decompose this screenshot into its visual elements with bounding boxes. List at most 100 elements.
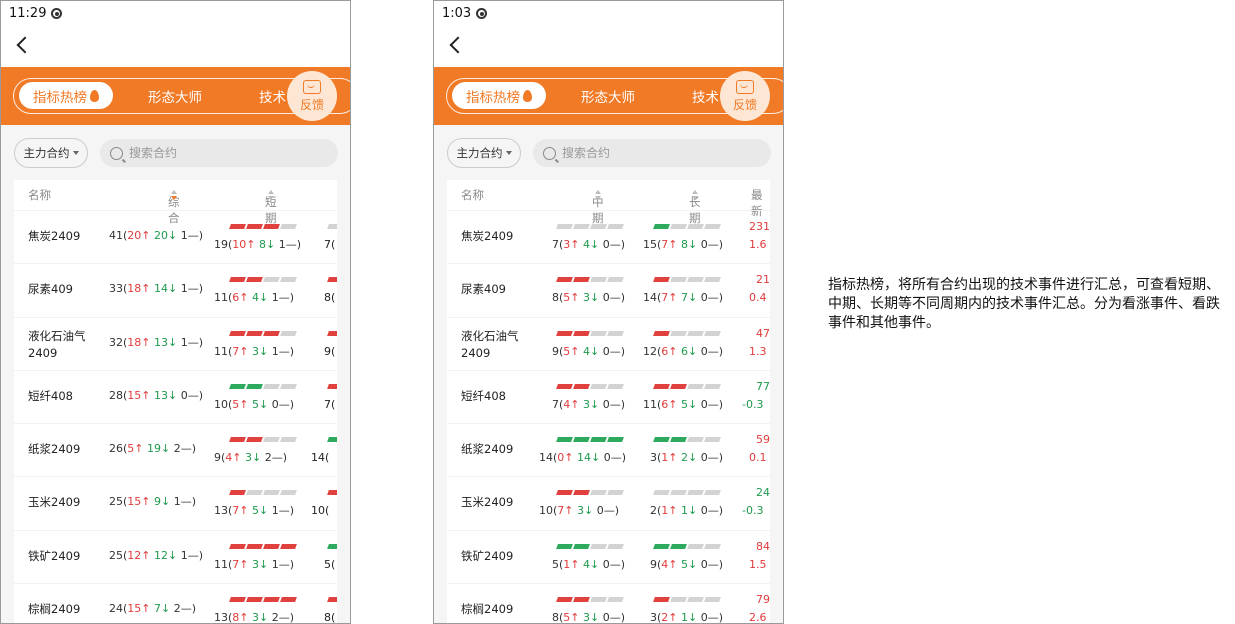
bearish-count: 14↓	[577, 451, 601, 465]
col-long-header[interactable]: 长期	[689, 187, 701, 225]
flame-icon	[523, 89, 532, 102]
back-arrow-icon[interactable]	[449, 36, 467, 54]
signal-strength-bar	[556, 224, 625, 229]
bullish-count: 5↑	[563, 291, 580, 305]
bullish-count: 1↑	[563, 557, 580, 571]
change-percent: 1.3	[749, 344, 767, 358]
bullish-count: 5↑	[563, 344, 580, 358]
table-row[interactable]: 棕榈2409 24(15↑ 7↓ 2—) 13(8↑ 3↓ 2—) 8(	[14, 583, 337, 623]
bullish-count: 10↑	[232, 238, 256, 251]
table-row[interactable]: 玉米2409 25(15↑ 9↓ 1—) 13(7↑ 5↓ 1—) 10(	[14, 476, 337, 529]
search-input[interactable]	[129, 146, 309, 160]
neutral-count: 2—)	[173, 442, 197, 456]
neutral-count: 0—)	[700, 611, 724, 624]
table-row[interactable]: 棕榈2409 8(5↑ 3↓ 0—) 3(2↑ 1↓ 0—) 79 2.6	[447, 583, 770, 624]
ranking-table: 名称 中期 长期 最新 焦炭2409 7(3↑ 4↓ 0—) 15(7↑ 8↓ 0—…	[447, 180, 770, 624]
bar-segment	[556, 224, 573, 229]
tab-pattern-master[interactable]: 形态大师	[148, 82, 202, 109]
bar-segment	[704, 330, 721, 336]
tab-indicator-hot[interactable]: 指标热榜	[19, 82, 113, 109]
feedback-button[interactable]: 反馈	[720, 71, 770, 121]
bar-segment	[229, 277, 246, 283]
neutral-count: 1—)	[271, 557, 295, 571]
contract-type-label: 主力合约	[23, 146, 70, 160]
event-count: 7(3↑ 4↓ 0—)	[552, 238, 625, 251]
table-row[interactable]: 尿素409 8(5↑ 3↓ 0—) 14(7↑ 7↓ 0—) 21 0.4	[447, 263, 770, 316]
status-time: 11:29	[9, 6, 47, 21]
table-row[interactable]: 焦炭2409 41(20↑ 20↓ 1—) 19(10↑ 8↓ 1—) 7(	[14, 210, 337, 263]
filter-bar: 主力合约	[1, 125, 350, 181]
bearish-count: 5↓	[681, 557, 698, 571]
table-row[interactable]: 纸浆2409 14(0↑ 14↓ 0—) 3(1↑ 2↓ 0—) 59 0.1	[447, 423, 770, 476]
bearish-count: 1↓	[681, 504, 698, 518]
bullish-count: 5↑	[232, 397, 249, 411]
bar-segment	[246, 277, 263, 283]
table-row[interactable]: 铁矿2409 25(12↑ 12↓ 1—) 11(7↑ 3↓ 1—) 5(	[14, 529, 337, 583]
bar-segment	[687, 330, 704, 336]
bar-segment	[327, 437, 337, 443]
bearish-count: 13↓	[154, 335, 178, 349]
bar-segment	[653, 490, 670, 496]
event-total: 9	[552, 344, 559, 358]
table-row[interactable]: 焦炭2409 7(3↑ 4↓ 0—) 15(7↑ 8↓ 0—) 231 1.6	[447, 210, 770, 263]
back-arrow-icon[interactable]	[16, 36, 34, 54]
bar-segment	[590, 490, 607, 496]
bearish-count: 5↓	[681, 397, 698, 411]
search-box[interactable]	[533, 139, 771, 167]
neutral-count: 0—)	[602, 397, 626, 411]
signal-strength-bar	[653, 383, 722, 389]
event-total: 12	[643, 344, 657, 358]
tab-label: 指标热榜	[33, 89, 87, 106]
bar-segment	[263, 543, 280, 549]
col-mid-header[interactable]: 中期	[592, 187, 604, 225]
bullish-count: 7↑	[661, 291, 678, 305]
bar-segment	[704, 383, 721, 389]
event-count: 11(6↑ 5↓ 0—)	[643, 398, 723, 411]
bearish-count: 20↓	[154, 229, 178, 242]
col-overall-header[interactable]: 综合	[168, 187, 180, 225]
event-total: 8	[552, 611, 559, 624]
table-row[interactable]: 液化石油气 2409 9(5↑ 4↓ 0—) 12(6↑ 6↓ 0—) 47 1.3	[447, 316, 770, 370]
table-row[interactable]: 液化石油气 2409 32(18↑ 13↓ 1—) 11(7↑ 3↓ 1—) 9(	[14, 316, 337, 370]
feedback-button[interactable]: 反馈	[287, 71, 337, 121]
bar-segment	[556, 597, 573, 603]
event-count: 13(8↑ 3↓ 2—)	[214, 611, 294, 623]
table-row[interactable]: 短纤408 7(4↑ 3↓ 0—) 11(6↑ 5↓ 0—) 77 -0.3	[447, 369, 770, 423]
tab-pattern-master[interactable]: 形态大师	[581, 82, 635, 109]
bar-segment	[556, 490, 573, 496]
contract-name: 纸浆2409	[28, 442, 81, 457]
contract-type-dropdown[interactable]: 主力合约	[14, 138, 88, 168]
neutral-count: 0—)	[700, 291, 724, 305]
event-count: 15(7↑ 8↓ 0—)	[643, 238, 723, 251]
tab-technical[interactable]: 技术	[692, 82, 719, 109]
bar-segment	[263, 277, 280, 283]
bar-segment	[229, 437, 246, 443]
table-row[interactable]: 铁矿2409 5(1↑ 4↓ 0—) 9(4↑ 5↓ 0—) 84 1.5	[447, 529, 770, 583]
table-header: 名称 综合 短期	[14, 180, 337, 225]
bar-segment	[246, 597, 263, 603]
bearish-count: 4↓	[583, 238, 600, 251]
bar-segment	[573, 383, 590, 389]
tab-technical[interactable]: 技术	[259, 82, 286, 109]
tab-indicator-hot[interactable]: 指标热榜	[452, 82, 546, 109]
bar-segment	[246, 383, 263, 389]
event-total: 11	[214, 557, 228, 571]
search-box[interactable]	[100, 139, 338, 167]
table-row[interactable]: 尿素409 33(18↑ 14↓ 1—) 11(6↑ 4↓ 1—) 8(	[14, 263, 337, 316]
event-total: 24	[109, 602, 123, 616]
col-short-header[interactable]: 短期	[265, 187, 277, 225]
table-row[interactable]: 玉米2409 10(7↑ 3↓ 0—) 2(1↑ 1↓ 0—) 24 -0.3	[447, 476, 770, 529]
bullish-count: 7↑	[232, 557, 249, 571]
change-percent: 1.5	[749, 557, 767, 571]
event-count: 9(5↑ 4↓ 0—)	[552, 345, 625, 358]
tab-label: 形态大师	[148, 89, 202, 106]
bar-segment	[590, 277, 607, 283]
table-row[interactable]: 短纤408 28(15↑ 13↓ 0—) 10(5↑ 5↓ 0—) 7(	[14, 369, 337, 423]
bar-segment	[573, 437, 590, 443]
table-row[interactable]: 纸浆2409 26(5↑ 19↓ 2—) 9(4↑ 3↓ 2—) 14(	[14, 423, 337, 476]
search-input[interactable]	[562, 146, 742, 160]
contract-type-dropdown[interactable]: 主力合约	[447, 138, 521, 168]
contract-type-label: 主力合约	[456, 146, 503, 160]
bar-segment	[607, 224, 624, 229]
latest-price: 47	[756, 326, 770, 340]
